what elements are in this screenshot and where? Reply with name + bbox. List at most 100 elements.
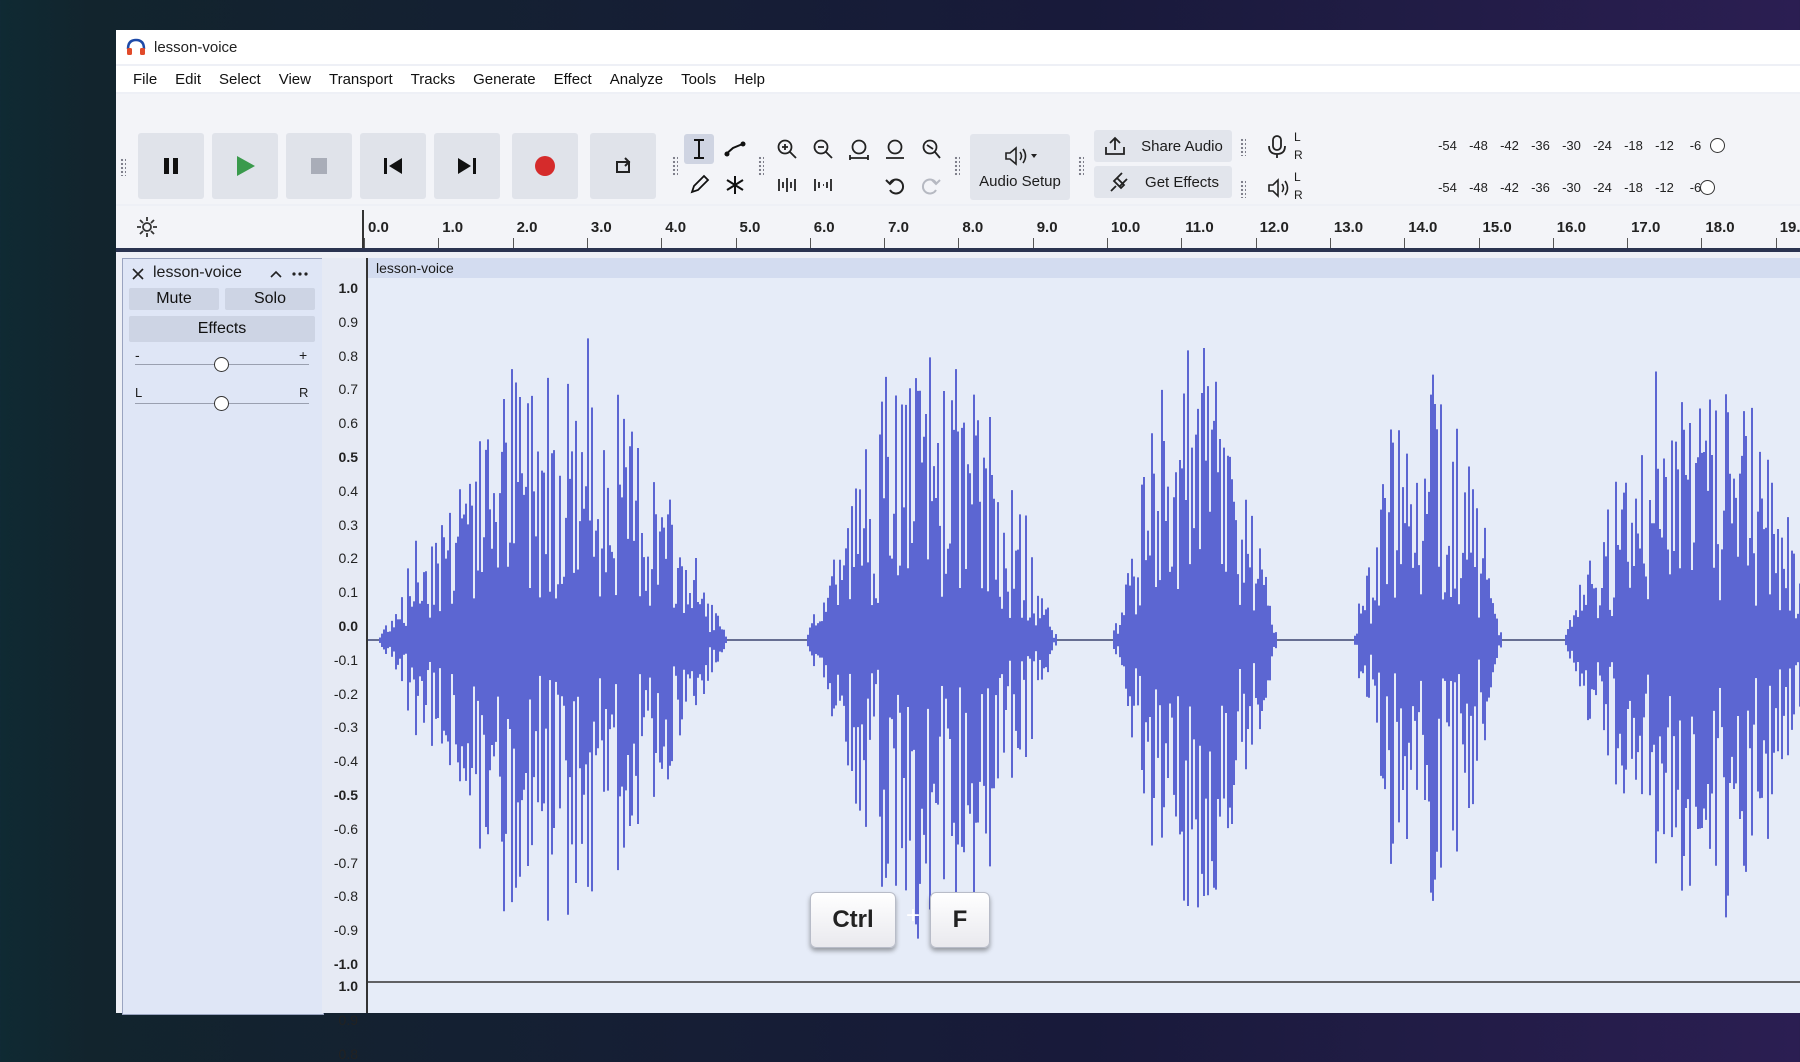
menu-effect[interactable]: Effect bbox=[545, 71, 601, 88]
redo-button[interactable] bbox=[916, 170, 946, 200]
collapse-chevron-icon[interactable] bbox=[269, 268, 283, 280]
gear-icon[interactable] bbox=[136, 216, 158, 238]
clip-title[interactable]: lesson-voice bbox=[368, 258, 1800, 278]
meter-tick: -6 bbox=[1689, 138, 1702, 153]
menu-view[interactable]: View bbox=[270, 71, 320, 88]
ruler-tick-label: 12.0 bbox=[1259, 219, 1289, 236]
amplitude-tick-label: 0.5 bbox=[338, 449, 358, 465]
ruler-tick-label: 11.0 bbox=[1185, 219, 1214, 236]
timeline-ruler[interactable]: 0.0 1.0 2.0 3.0 4.0 5.0 6.0 7.0 8.0 9.0 10.0 11.0 12… bbox=[116, 206, 1800, 252]
envelope-tool-button[interactable] bbox=[720, 134, 750, 164]
amplitude-tick-label: 0.2 bbox=[338, 550, 358, 567]
undo-button[interactable] bbox=[880, 170, 910, 200]
loop-icon bbox=[616, 157, 631, 173]
meter-tick: -30 bbox=[1562, 180, 1581, 195]
mute-button[interactable]: Mute bbox=[129, 288, 219, 310]
share-audio-button[interactable]: Share Audio bbox=[1094, 130, 1232, 162]
meter-tick: -48 bbox=[1469, 138, 1488, 153]
record-level-knob[interactable] bbox=[1710, 138, 1725, 153]
selection-tool-button[interactable] bbox=[684, 134, 714, 164]
playback-level-knob[interactable] bbox=[1700, 180, 1715, 195]
menu-select[interactable]: Select bbox=[210, 71, 270, 88]
record-meter-scale[interactable]: -54 -48 -42 -36 -30 -24 -18 -12 -6 bbox=[1432, 138, 1711, 153]
track-name[interactable]: lesson-voice bbox=[153, 264, 242, 282]
stop-icon bbox=[311, 158, 327, 174]
ruler-tick bbox=[735, 238, 737, 248]
ruler-tick bbox=[512, 238, 514, 248]
menu-edit[interactable]: Edit bbox=[166, 71, 210, 88]
menu-tracks[interactable]: Tracks bbox=[402, 71, 464, 88]
zoom-out-button[interactable] bbox=[808, 134, 838, 164]
ruler-tick bbox=[1627, 238, 1629, 248]
close-track-icon[interactable] bbox=[131, 267, 145, 281]
amplitude-tick-label: -0.5 bbox=[333, 787, 358, 803]
trim-outside-button[interactable] bbox=[772, 170, 802, 200]
ruler-tick bbox=[1181, 238, 1183, 248]
pause-button[interactable] bbox=[138, 133, 204, 199]
toolbar-grip[interactable] bbox=[120, 158, 126, 176]
more-options-icon[interactable] bbox=[291, 271, 309, 277]
microphone-icon[interactable] bbox=[1266, 134, 1288, 160]
playback-meter-scale[interactable]: -54 -48 -42 -36 -30 -24 -18 -12 -6 bbox=[1432, 180, 1711, 195]
meter-tick: -12 bbox=[1655, 138, 1674, 153]
play-meter-right-label: R bbox=[1294, 188, 1303, 202]
track-control-panel: lesson-voice Mute Solo Effects - + L R bbox=[122, 258, 324, 1015]
meter-tick: -36 bbox=[1531, 180, 1550, 195]
ruler-tick bbox=[1107, 238, 1108, 248]
amplitude-tick-label: -0.3 bbox=[333, 719, 358, 736]
tools-grip[interactable] bbox=[672, 156, 678, 176]
menu-transport[interactable]: Transport bbox=[320, 71, 402, 88]
skip-to-start-button[interactable] bbox=[360, 133, 426, 199]
ctrl-keycap: Ctrl bbox=[810, 892, 896, 948]
speaker-meter-icon[interactable] bbox=[1266, 176, 1292, 200]
asterisk-icon bbox=[726, 176, 744, 194]
ruler-tick-label: 13.0 bbox=[1333, 219, 1364, 236]
audio-setup-grip[interactable] bbox=[954, 156, 960, 176]
effects-button[interactable]: Effects bbox=[129, 316, 315, 342]
upload-icon bbox=[1105, 136, 1126, 155]
edit-grip[interactable] bbox=[758, 156, 764, 176]
stop-button[interactable] bbox=[286, 133, 352, 199]
meter-tick: -42 bbox=[1500, 138, 1519, 153]
undo-icon bbox=[885, 178, 904, 195]
amplitude-scale[interactable]: 1.0 0.9 0.8 0.7 0.6 0.5 0.4 0.3 0.2 0.1 0.0 -0.1 -0.… bbox=[322, 258, 366, 1062]
get-effects-button[interactable]: Get Effects bbox=[1094, 166, 1232, 198]
headphones-app-icon bbox=[126, 38, 146, 55]
play-button[interactable] bbox=[212, 133, 278, 199]
ruler-tick bbox=[438, 238, 440, 248]
meter-grip-2[interactable] bbox=[1240, 180, 1246, 198]
play-icon bbox=[237, 156, 255, 176]
gain-slider-knob[interactable] bbox=[214, 357, 229, 372]
amplitude-tick-label: 0.1 bbox=[338, 584, 358, 601]
pan-slider-knob[interactable] bbox=[214, 396, 229, 411]
menu-analyze[interactable]: Analyze bbox=[601, 71, 672, 88]
multi-tool-button[interactable] bbox=[720, 170, 750, 200]
menu-help[interactable]: Help bbox=[725, 71, 774, 88]
waveform-display[interactable] bbox=[368, 278, 1800, 1013]
silence-audio-button[interactable] bbox=[808, 170, 838, 200]
menu-generate[interactable]: Generate bbox=[464, 71, 545, 88]
speaker-icon bbox=[1005, 145, 1037, 166]
title-bar: lesson-voice bbox=[116, 30, 1800, 64]
fit-project-button[interactable] bbox=[880, 134, 910, 164]
zoom-toggle-button[interactable] bbox=[916, 134, 946, 164]
record-button[interactable] bbox=[512, 133, 578, 199]
solo-button[interactable]: Solo bbox=[225, 288, 315, 310]
ruler-tick-label: 9.0 bbox=[1036, 219, 1058, 236]
zoom-in-button[interactable] bbox=[772, 134, 802, 164]
skip-to-end-button[interactable] bbox=[434, 133, 500, 199]
menu-file[interactable]: File bbox=[124, 71, 166, 88]
share-grip[interactable] bbox=[1078, 156, 1084, 176]
audio-setup-button[interactable]: Audio Setup bbox=[970, 134, 1070, 200]
amplitude-tick-label: -0.6 bbox=[333, 820, 358, 837]
draw-tool-button[interactable] bbox=[684, 170, 714, 200]
meter-tick: -12 bbox=[1655, 180, 1674, 195]
waveform-area[interactable]: lesson-voice bbox=[366, 258, 1800, 1013]
loop-button[interactable] bbox=[590, 133, 656, 199]
amplitude-tick-label: -0.2 bbox=[333, 685, 358, 702]
fit-selection-button[interactable] bbox=[844, 134, 874, 164]
record-icon bbox=[535, 156, 555, 176]
menu-tools[interactable]: Tools bbox=[672, 71, 725, 88]
ruler-tick bbox=[586, 238, 588, 248]
meter-grip[interactable] bbox=[1240, 138, 1246, 156]
